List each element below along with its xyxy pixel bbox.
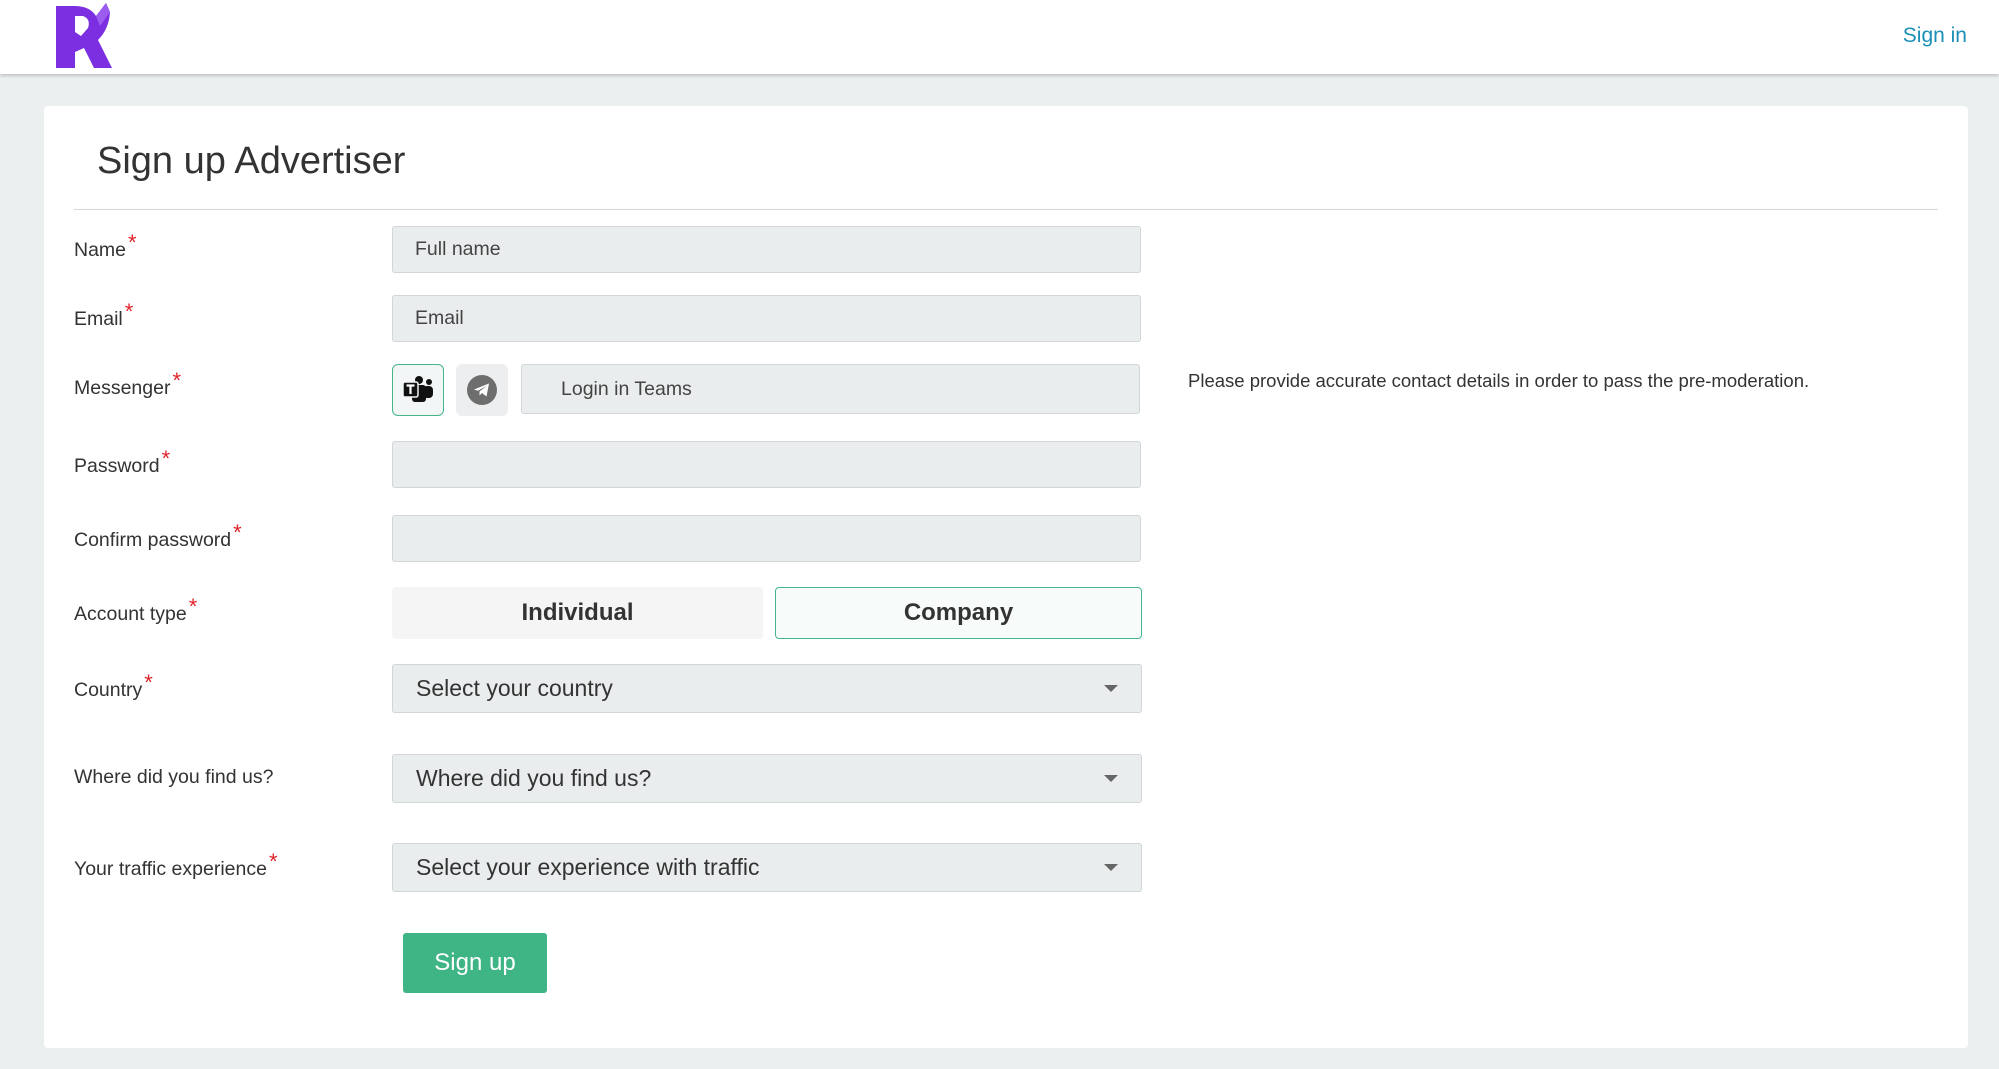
country-select[interactable]: Select your country	[392, 664, 1142, 713]
account-type-label: Account type*	[74, 594, 197, 626]
required-mark: *	[144, 670, 153, 695]
sign-up-button[interactable]: Sign up	[403, 933, 547, 993]
name-input[interactable]	[392, 226, 1141, 273]
name-label-text: Name	[74, 239, 127, 261]
telegram-icon	[467, 375, 497, 405]
messenger-label-text: Messenger	[74, 377, 171, 399]
required-mark: *	[161, 446, 171, 471]
sign-in-link[interactable]: Sign in	[1903, 24, 1967, 48]
confirm-password-input[interactable]	[392, 515, 1141, 562]
name-label: Name*	[74, 230, 137, 262]
title-divider	[74, 209, 1938, 210]
email-label-text: Email	[74, 308, 123, 330]
traffic-experience-select[interactable]: Select your experience with traffic	[392, 843, 1142, 892]
required-mark: *	[233, 520, 242, 545]
chevron-down-icon	[1104, 685, 1118, 692]
country-label-text: Country	[74, 679, 143, 701]
country-select-value: Select your country	[416, 675, 613, 701]
find-us-select[interactable]: Where did you find us?	[392, 754, 1142, 803]
find-us-label-text: Where did you find us?	[74, 766, 274, 788]
find-us-label: Where did you find us?	[74, 766, 273, 789]
account-type-individual-button[interactable]: Individual	[392, 587, 763, 639]
signup-form-card: Sign up Advertiser Name* Email* Messenge…	[44, 106, 1968, 1048]
country-label: Country*	[74, 670, 153, 702]
password-input[interactable]	[392, 441, 1141, 488]
messenger-login-input[interactable]	[521, 364, 1140, 414]
confirm-password-label-text: Confirm password	[74, 529, 232, 551]
confirm-password-label: Confirm password*	[74, 520, 242, 552]
password-label-text: Password	[74, 455, 160, 477]
chevron-down-icon	[1104, 864, 1118, 871]
top-navbar: Sign in	[0, 0, 1999, 74]
page-title: Sign up Advertiser	[97, 140, 406, 182]
contact-hint-text: Please provide accurate contact details …	[1188, 370, 1810, 391]
messenger-teams-button[interactable]	[392, 364, 444, 416]
chevron-down-icon	[1104, 775, 1118, 782]
traffic-experience-label-text: Your traffic experience	[74, 858, 267, 880]
brand-logo-icon[interactable]	[50, 2, 114, 72]
messenger-telegram-button[interactable]	[456, 364, 508, 416]
messenger-label: Messenger*	[74, 368, 181, 400]
account-type-company-button[interactable]: Company	[775, 587, 1142, 639]
password-label: Password*	[74, 446, 170, 478]
required-mark: *	[124, 299, 134, 324]
required-mark: *	[172, 368, 182, 393]
required-mark: *	[128, 230, 137, 255]
teams-icon	[402, 376, 433, 402]
email-label: Email*	[74, 299, 133, 331]
traffic-experience-select-value: Select your experience with traffic	[416, 854, 760, 880]
required-mark: *	[188, 594, 198, 619]
email-input[interactable]	[392, 295, 1141, 342]
account-type-label-text: Account type	[74, 603, 187, 625]
required-mark: *	[268, 849, 278, 874]
find-us-select-value: Where did you find us?	[416, 765, 652, 791]
traffic-experience-label: Your traffic experience*	[74, 849, 278, 881]
